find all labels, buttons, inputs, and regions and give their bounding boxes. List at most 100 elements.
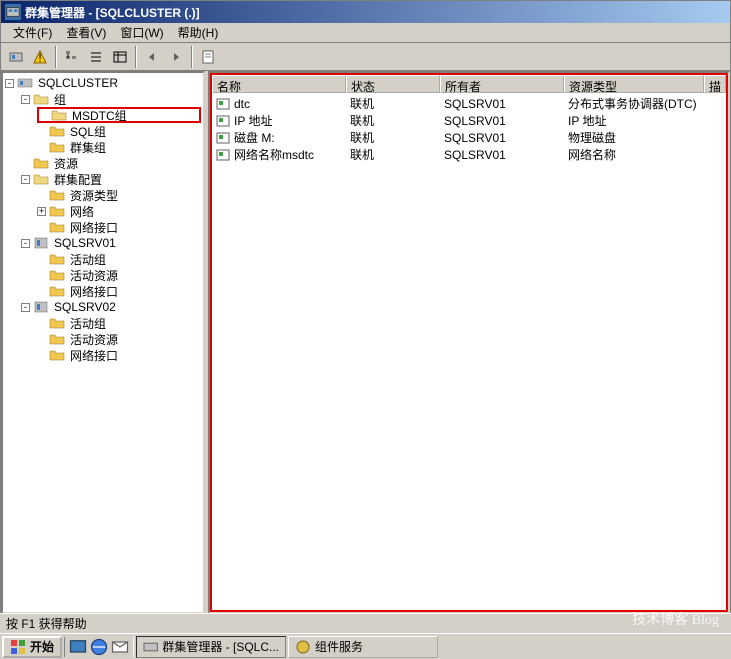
list-row[interactable]: 磁盘 M: 联机 SQLSRV01 物理磁盘 — [212, 129, 726, 146]
tree-active-group[interactable]: 活动组 — [37, 251, 201, 267]
cell-name: dtc — [234, 97, 250, 111]
menubar: 文件(F) 查看(V) 窗口(W) 帮助(H) — [1, 23, 730, 43]
tree-label: SQL组 — [68, 123, 108, 140]
ql-outlook-icon[interactable] — [110, 637, 130, 657]
col-restype[interactable]: 资源类型 — [564, 75, 704, 93]
list-row[interactable]: 网络名称msdtc 联机 SQLSRV01 网络名称 — [212, 146, 726, 163]
menu-help[interactable]: 帮助(H) — [172, 22, 225, 43]
folder-open-icon — [51, 107, 67, 123]
window-title: 群集管理器 - [SQLCLUSTER (.)] — [25, 4, 200, 21]
tree-cluster-group[interactable]: 群集组 — [37, 139, 201, 155]
task-label: 组件服务 — [315, 638, 363, 655]
folder-icon — [49, 331, 65, 347]
toolbar: ! — [1, 43, 730, 71]
folder-icon — [49, 283, 65, 299]
cell-state: 联机 — [346, 95, 440, 112]
cell-owner: SQLSRV01 — [440, 97, 564, 111]
tool-warning-icon[interactable]: ! — [29, 46, 51, 68]
tree-root[interactable]: - SQLCLUSTER — [5, 75, 201, 91]
folder-icon — [49, 347, 65, 363]
resource-icon — [216, 131, 230, 145]
tool-prev-icon[interactable] — [141, 46, 163, 68]
folder-icon — [49, 187, 65, 203]
menu-file[interactable]: 文件(F) — [7, 22, 58, 43]
expand-icon[interactable]: + — [37, 207, 46, 216]
collapse-icon[interactable]: - — [21, 175, 30, 184]
task-cluster-admin[interactable]: 群集管理器 - [SQLC... — [136, 636, 286, 658]
collapse-icon[interactable]: - — [21, 95, 30, 104]
tree-restype[interactable]: 资源类型 — [37, 187, 201, 203]
list-row[interactable]: IP 地址 联机 SQLSRV01 IP 地址 — [212, 112, 726, 129]
col-name[interactable]: 名称 — [212, 75, 346, 93]
cell-state: 联机 — [346, 146, 440, 163]
cluster-icon — [17, 75, 33, 91]
tree-active-group[interactable]: 活动组 — [37, 315, 201, 331]
app-icon — [5, 4, 21, 20]
cell-name: 网络名称msdtc — [234, 146, 314, 163]
tree-srv2[interactable]: - SQLSRV02 — [21, 299, 201, 315]
tree-resources[interactable]: 资源 — [21, 155, 201, 171]
folder-icon — [49, 123, 65, 139]
tree-groups[interactable]: - 组 — [21, 91, 201, 107]
tree-netif[interactable]: 网络接口 — [37, 347, 201, 363]
ql-ie-icon[interactable] — [89, 637, 109, 657]
tree-label: 活动组 — [68, 251, 108, 268]
list-row[interactable]: dtc 联机 SQLSRV01 分布式事务协调器(DTC) — [212, 95, 726, 112]
col-desc[interactable]: 描述 — [704, 75, 726, 93]
folder-icon — [49, 251, 65, 267]
tree-pane[interactable]: - SQLCLUSTER - 组 MSDTC组 — [1, 71, 205, 614]
menu-view[interactable]: 查看(V) — [60, 22, 112, 43]
resource-icon — [216, 97, 230, 111]
tool-details-icon[interactable] — [109, 46, 131, 68]
ql-desktop-icon[interactable] — [68, 637, 88, 657]
folder-open-icon — [33, 171, 49, 187]
app-icon — [143, 639, 158, 655]
folder-icon — [49, 203, 65, 219]
body: - SQLCLUSTER - 组 MSDTC组 — [1, 71, 730, 614]
col-state[interactable]: 状态 — [346, 75, 440, 93]
list-header: 名称 状态 所有者 资源类型 描述 — [212, 75, 726, 93]
tree-config[interactable]: -群集配置 — [21, 171, 201, 187]
tree-active-res[interactable]: 活动资源 — [37, 267, 201, 283]
resource-icon — [216, 148, 230, 162]
tree-active-res[interactable]: 活动资源 — [37, 331, 201, 347]
tree-label: 网络接口 — [68, 347, 120, 364]
col-owner[interactable]: 所有者 — [440, 75, 564, 93]
folder-icon — [49, 315, 65, 331]
tree-netif[interactable]: 网络接口 — [37, 219, 201, 235]
start-button[interactable]: 开始 — [2, 636, 62, 658]
tree-label: 组 — [52, 91, 68, 108]
tree-label: 群集组 — [68, 139, 108, 156]
titlebar[interactable]: 群集管理器 - [SQLCLUSTER (.)] — [1, 1, 730, 23]
tree-label: 网络接口 — [68, 283, 120, 300]
task-component-services[interactable]: 组件服务 — [288, 636, 438, 658]
tool-properties-icon[interactable] — [197, 46, 219, 68]
tool-tree-icon[interactable] — [61, 46, 83, 68]
cell-type: 分布式事务协调器(DTC) — [564, 95, 704, 112]
tree-label: MSDTC组 — [70, 107, 129, 124]
folder-open-icon — [33, 91, 49, 107]
cell-type: IP 地址 — [564, 112, 704, 129]
status-text: 按 F1 获得帮助 — [6, 615, 87, 632]
statusbar: 按 F1 获得帮助 — [0, 613, 731, 633]
quick-launch — [64, 637, 134, 657]
tree-netif[interactable]: 网络接口 — [37, 283, 201, 299]
tool-connect-icon[interactable] — [5, 46, 27, 68]
cell-type: 物理磁盘 — [564, 129, 704, 146]
tree-label: SQLSRV02 — [52, 300, 118, 314]
collapse-icon[interactable]: - — [21, 239, 30, 248]
tree-sql-group[interactable]: SQL组 — [37, 123, 201, 139]
tool-list-icon[interactable] — [85, 46, 107, 68]
list-pane: 名称 状态 所有者 资源类型 描述 dtc 联机 SQLSRV01 分布式事务协… — [208, 71, 730, 614]
tree-network[interactable]: +网络 — [37, 203, 201, 219]
collapse-icon[interactable]: - — [21, 303, 30, 312]
menu-window[interactable]: 窗口(W) — [114, 22, 169, 43]
tree-msdtc-group[interactable]: MSDTC组 — [37, 107, 201, 123]
folder-icon — [49, 219, 65, 235]
svg-text:!: ! — [38, 51, 41, 65]
collapse-icon[interactable]: - — [5, 79, 14, 88]
tool-next-icon[interactable] — [165, 46, 187, 68]
folder-icon — [49, 267, 65, 283]
app-icon — [295, 639, 311, 655]
tree-srv1[interactable]: -SQLSRV01 — [21, 235, 201, 251]
